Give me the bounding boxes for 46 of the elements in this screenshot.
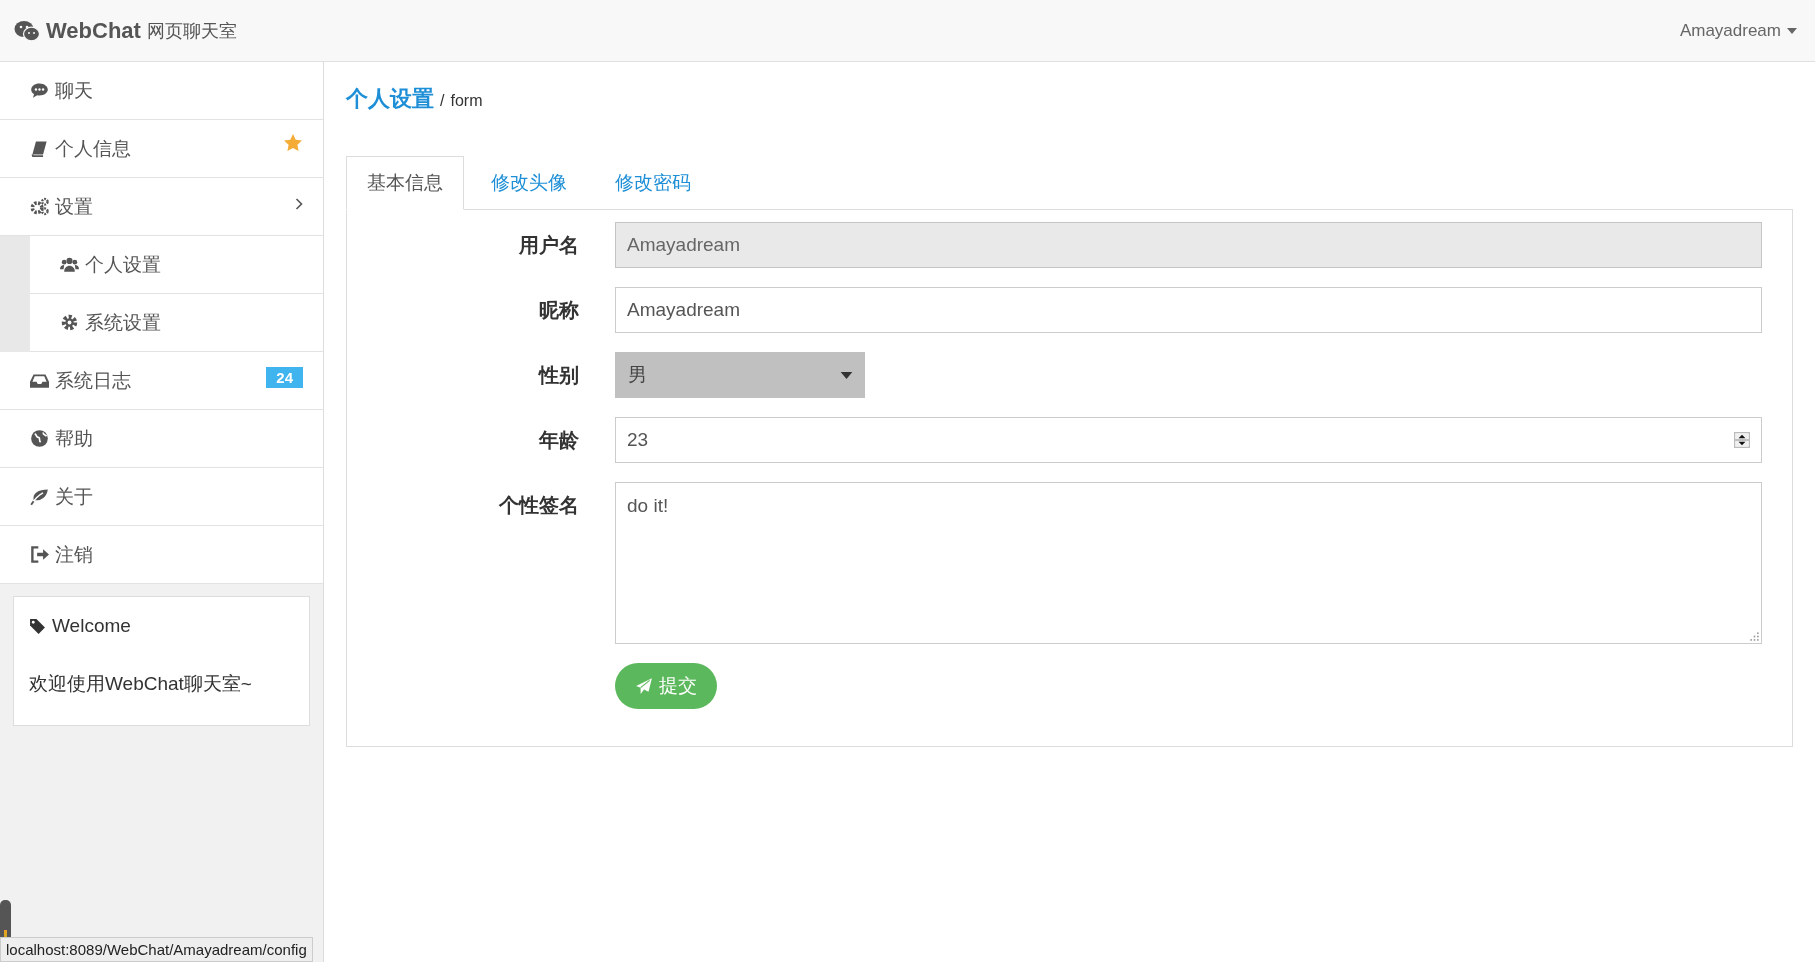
users-icon — [60, 255, 79, 274]
wechat-logo-icon — [14, 19, 40, 42]
text-field[interactable]: Amayadream — [615, 287, 1762, 333]
sidebar-item[interactable]: 设置 — [0, 178, 323, 236]
brand-subtitle: 网页聊天室 — [146, 19, 237, 43]
page-title: 个人设置 — [346, 85, 434, 113]
sidebar-item[interactable]: 聊天 — [0, 62, 323, 120]
tab[interactable]: 基本信息 — [346, 156, 464, 210]
breadcrumb-separator: / — [440, 92, 445, 110]
tag-icon — [29, 617, 46, 635]
breadcrumb-text: form — [450, 92, 483, 110]
spinner-arrows-icon — [1734, 432, 1750, 448]
welcome-text: 欢迎使用WebChat聊天室~ — [29, 672, 253, 696]
resize-grip-icon — [1750, 632, 1759, 641]
field-label: 性别 — [537, 363, 579, 388]
brand-name[interactable]: WebChat — [46, 17, 141, 44]
number-field[interactable]: 23 — [615, 417, 1762, 463]
book-icon — [30, 139, 49, 158]
sidebar-item[interactable]: 系统日志 24 — [0, 352, 323, 410]
sign-out-icon — [30, 545, 49, 564]
paper-plane-icon — [635, 677, 653, 695]
count-badge: 24 — [266, 367, 303, 388]
gear-icon — [60, 313, 79, 332]
globe-icon — [30, 429, 49, 448]
field-label: 个性签名 — [498, 493, 579, 518]
chat-bubble-icon — [30, 81, 49, 100]
sidebar-subitem[interactable]: 系统设置 — [30, 294, 323, 352]
chevron-right-icon — [295, 198, 303, 210]
sidebar-item[interactable]: 注销 — [0, 526, 323, 584]
sidebar-subitem[interactable]: 个人设置 — [30, 236, 323, 294]
caret-down-icon — [840, 371, 853, 379]
user-menu[interactable]: Amayadream — [1679, 20, 1797, 41]
status-url: localhost:8089/WebChat/Amayadream/config — [0, 937, 313, 962]
field-label: 用户名 — [518, 233, 579, 258]
caret-down-icon — [1787, 27, 1797, 34]
tab[interactable]: 修改密码 — [594, 156, 712, 210]
dropdown[interactable]: 男 — [615, 352, 865, 398]
leaf-icon — [30, 487, 49, 506]
tab[interactable]: 修改头像 — [470, 156, 588, 210]
field-label: 年龄 — [537, 428, 579, 453]
sidebar-item[interactable]: 关于 — [0, 468, 323, 526]
welcome-title: Welcome — [52, 615, 131, 637]
textarea-field[interactable]: do it! — [615, 482, 1762, 644]
sidebar-item[interactable]: 个人信息 — [0, 120, 323, 178]
field-label: 昵称 — [538, 298, 579, 323]
sidebar-item[interactable]: 帮助 — [0, 410, 323, 468]
